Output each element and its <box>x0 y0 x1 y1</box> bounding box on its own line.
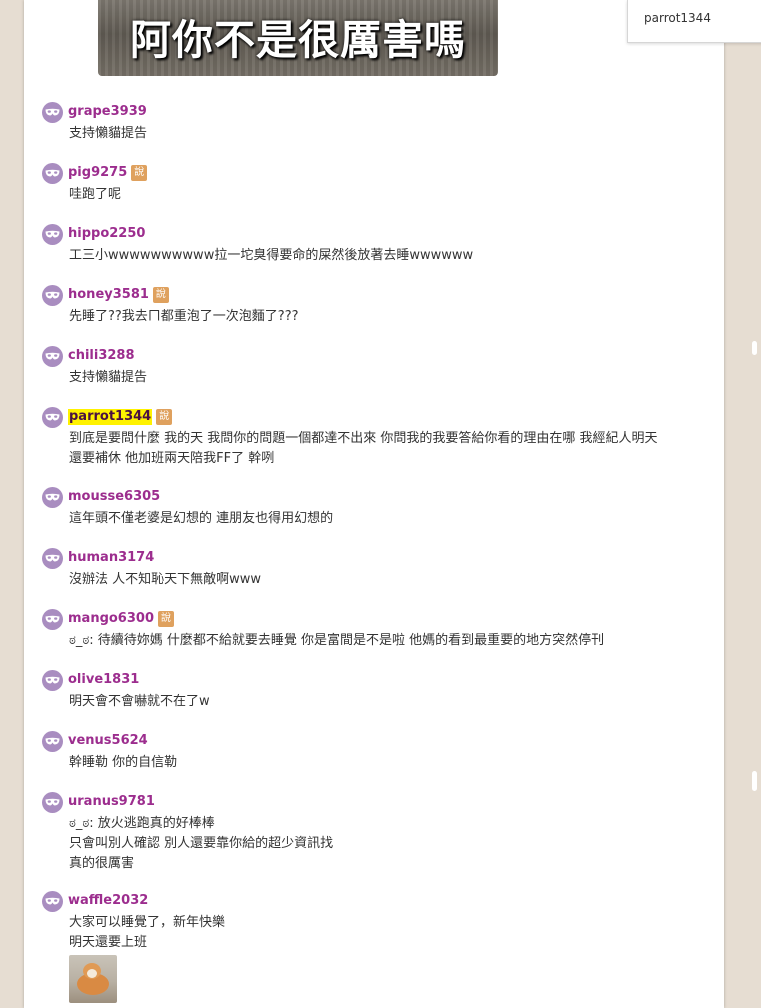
scrollbar-thumb[interactable] <box>752 341 757 355</box>
comment-text-line: 支持懶貓提告 <box>69 126 148 141</box>
comment-header: pig9275 說 <box>42 162 712 184</box>
comment-text-line: 到底是要問什麼 我的天 我問你的問題一個都達不出來 你問我的我要答給你看的理由在… <box>69 431 658 446</box>
comment-item: olive1831 明天會不會嚇就不在了w <box>42 669 712 712</box>
comment-header: human3174 <box>42 547 712 569</box>
comment-text-line: 只會叫別人確認 別人還要靠你給的超少資訊找 <box>69 836 334 851</box>
scrollbar-thumb-secondary[interactable] <box>752 771 757 791</box>
anonymous-mask-icon <box>42 101 63 123</box>
comment-header: mousse6305 <box>42 486 712 508</box>
comment-item: uranus9781 ಠ_ಠ: 放火逃跑真的好棒棒只會叫別人確認 別人還要靠你給的… <box>42 791 712 874</box>
comment-body: 沒辦法 人不知恥天下無敵啊www <box>69 570 712 590</box>
comment-text-line: 幹睡勒 你的自信勒 <box>69 755 178 770</box>
comment-username[interactable]: honey3581 <box>68 287 149 303</box>
speaker-badge: 說 <box>156 409 173 425</box>
comment-text-line: 明天還要上班 <box>69 935 148 950</box>
comment-body: 這年頭不僅老婆是幻想的 連朋友也得用幻想的 <box>69 509 712 529</box>
comment-item: honey3581 說先睡了??我去ㄇ都重泡了一次泡麵了??? <box>42 284 712 327</box>
comment-username[interactable]: chili3288 <box>68 348 135 364</box>
anonymous-mask-icon <box>42 406 63 428</box>
speaker-badge: 說 <box>152 287 169 303</box>
comment-text-line: ಠ_ಠ: 放火逃跑真的好棒棒 <box>69 816 215 831</box>
comment-username[interactable]: venus5624 <box>68 733 148 749</box>
comment-body: 先睡了??我去ㄇ都重泡了一次泡麵了??? <box>69 307 712 327</box>
anonymous-mask-icon <box>42 162 63 184</box>
comment-text-line: 先睡了??我去ㄇ都重泡了一次泡麵了??? <box>69 309 299 324</box>
comment-header: grape3939 <box>42 101 712 123</box>
comment-text-line: 這年頭不僅老婆是幻想的 連朋友也得用幻想的 <box>69 511 334 526</box>
comment-username[interactable]: mousse6305 <box>68 489 160 505</box>
comment-item: parrot1344 說到底是要問什麼 我的天 我問你的問題一個都達不出來 你問我… <box>42 406 712 469</box>
comment-item: mango6300 說 ಠ_ಠ: 待續待妳媽 什麼都不給就要去睡覺 你是富間是不是啦… <box>42 608 712 651</box>
comment-header: hippo2250 <box>42 223 712 245</box>
anonymous-mask-icon <box>42 284 63 306</box>
comment-body: 哇跑了呢 <box>69 185 712 205</box>
comment-text-line: ಠ_ಠ: 待續待妳媽 什麼都不給就要去睡覺 你是富間是不是啦 他媽的看到最重要的… <box>69 633 605 648</box>
comment-header: chili3288 <box>42 345 712 367</box>
comment-username[interactable]: grape3939 <box>68 104 147 120</box>
comment-body: ಠ_ಠ: 待續待妳媽 什麼都不給就要去睡覺 你是富間是不是啦 他媽的看到最重要的… <box>69 631 712 651</box>
anonymous-mask-icon <box>42 730 63 752</box>
reaction-image-banner: 阿你不是很厲害嗎 <box>98 0 498 76</box>
comment-text-line: 真的很厲害 <box>69 856 135 871</box>
anonymous-mask-icon <box>42 345 63 367</box>
comment-item: hippo2250 工三小wwwwwwwwww拉一坨臭得要命的屎然後放著去睡www… <box>42 223 712 266</box>
comment-header: olive1831 <box>42 669 712 691</box>
comment-username[interactable]: mango6300 <box>68 611 154 627</box>
comment-item: human3174 沒辦法 人不知恥天下無敵啊www <box>42 547 712 590</box>
comment-username[interactable]: parrot1344 <box>68 409 153 425</box>
comment-body: 工三小wwwwwwwwww拉一坨臭得要命的屎然後放著去睡wwwwww <box>69 246 712 266</box>
comment-header: honey3581 說 <box>42 284 712 306</box>
comment-header: uranus9781 <box>42 791 712 813</box>
comment-text-line: 明天會不會嚇就不在了w <box>69 694 210 709</box>
comment-username[interactable]: uranus9781 <box>68 794 155 810</box>
comment-body: 支持懶貓提告 <box>69 368 712 388</box>
comment-body: 明天會不會嚇就不在了w <box>69 692 712 712</box>
comment-panel: 阿你不是很厲害嗎 grape3939 支持懶貓提告 pig9275 說哇跑了呢 hipp… <box>24 0 724 1008</box>
comment-username[interactable]: olive1831 <box>68 672 139 688</box>
comment-item: waffle2032 大家可以睡覺了，新年快樂 明天還要上班 <box>42 890 712 1003</box>
speaker-badge: 說 <box>158 611 174 627</box>
comment-username[interactable]: human3174 <box>68 550 154 566</box>
anonymous-mask-icon <box>42 791 63 813</box>
anonymous-mask-icon <box>42 486 63 508</box>
comment-body: 到底是要問什麼 我的天 我問你的問題一個都達不出來 你問我的我要答給你看的理由在… <box>69 429 712 469</box>
speaker-badge: 說 <box>131 165 148 181</box>
shiba-dog-photo[interactable] <box>69 955 117 1003</box>
comment-item: chili3288 支持懶貓提告 <box>42 345 712 388</box>
comment-text-line: 還要補休 他加班兩天陪我FF了 幹咧 <box>69 451 275 466</box>
current-user-name: parrot1344 <box>644 11 711 25</box>
anonymous-mask-icon <box>42 669 63 691</box>
comment-body: 幹睡勒 你的自信勒 <box>69 753 712 773</box>
anonymous-mask-icon <box>42 223 63 245</box>
comment-body: ಠ_ಠ: 放火逃跑真的好棒棒只會叫別人確認 別人還要靠你給的超少資訊找 真的很厲害 <box>69 814 712 874</box>
comment-text-line: 支持懶貓提告 <box>69 370 148 385</box>
comment-body: 支持懶貓提告 <box>69 124 712 144</box>
current-user-menu[interactable]: parrot1344 <box>627 0 761 43</box>
comment-username[interactable]: waffle2032 <box>68 893 148 909</box>
comment-item: pig9275 說哇跑了呢 <box>42 162 712 205</box>
comment-text-line: 沒辦法 人不知恥天下無敵啊www <box>69 572 262 587</box>
comment-header: mango6300 說 <box>42 608 712 630</box>
comment-item: grape3939 支持懶貓提告 <box>42 101 712 144</box>
comment-header: venus5624 <box>42 730 712 752</box>
banner-caption: 阿你不是很厲害嗎 <box>130 16 466 64</box>
comment-text-line: 大家可以睡覺了，新年快樂 <box>69 915 226 930</box>
comment-item: mousse6305 這年頭不僅老婆是幻想的 連朋友也得用幻想的 <box>42 486 712 529</box>
anonymous-mask-icon <box>42 608 63 630</box>
comment-username[interactable]: pig9275 <box>68 165 127 181</box>
comment-username[interactable]: hippo2250 <box>68 226 145 242</box>
comment-text-line: 哇跑了呢 <box>69 187 122 202</box>
anonymous-mask-icon <box>42 547 63 569</box>
anonymous-mask-icon <box>42 890 63 912</box>
comment-header: parrot1344 說 <box>42 406 712 428</box>
comment-item: venus5624 幹睡勒 你的自信勒 <box>42 730 712 773</box>
comment-body: 大家可以睡覺了，新年快樂 明天還要上班 <box>69 913 712 1003</box>
comment-header: waffle2032 <box>42 890 712 912</box>
comment-text-line: 工三小wwwwwwwwww拉一坨臭得要命的屎然後放著去睡wwwwww <box>69 248 474 263</box>
